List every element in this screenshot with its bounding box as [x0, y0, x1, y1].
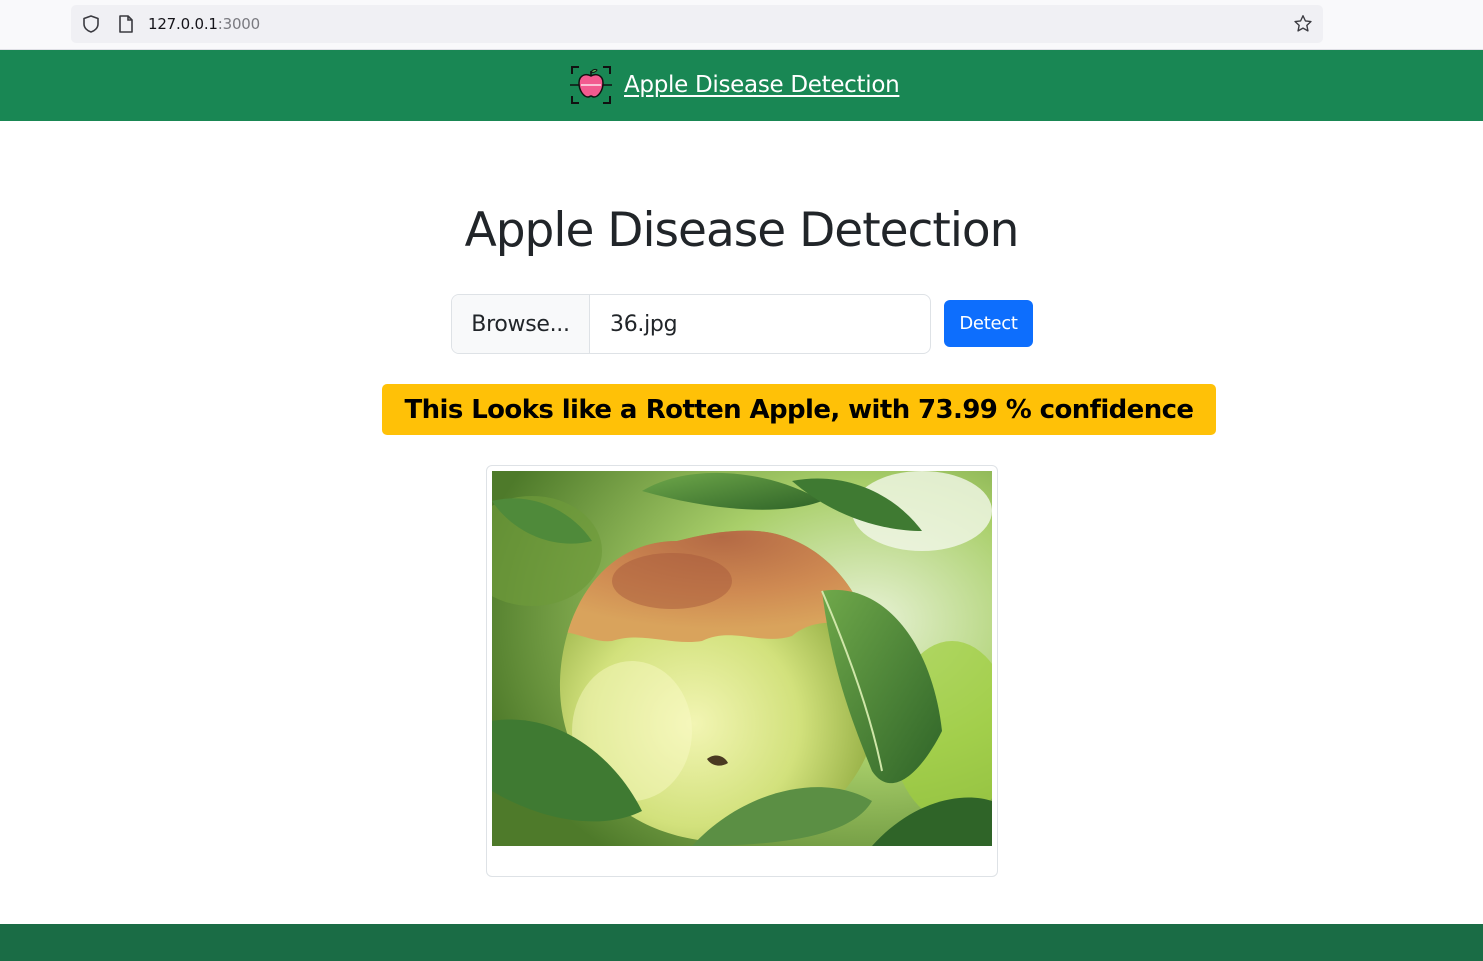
browser-toolbar: 127.0.0.1:3000 — [0, 0, 1483, 50]
footer — [0, 924, 1483, 961]
address-bar[interactable]: 127.0.0.1:3000 — [71, 5, 1323, 43]
navbar-brand-text: Apple Disease Detection — [624, 72, 900, 98]
rotten-apple-photo — [492, 471, 992, 846]
navbar-brand-link[interactable]: Apple Disease Detection — [570, 64, 900, 106]
star-icon[interactable] — [1292, 13, 1314, 35]
apple-scan-icon — [570, 66, 612, 104]
url-text[interactable]: 127.0.0.1:3000 — [148, 15, 260, 33]
browse-button[interactable]: Browse... — [452, 295, 590, 353]
url-host: 127.0.0.1 — [148, 15, 218, 33]
image-preview-card — [486, 465, 998, 877]
result-prefix: This Looks like a — [404, 394, 638, 425]
page-title: Apple Disease Detection — [464, 203, 1020, 258]
url-port: :3000 — [217, 15, 260, 33]
selected-file-name: 36.jpg — [610, 311, 678, 337]
shield-icon[interactable] — [81, 14, 101, 34]
file-input[interactable]: Browse... 36.jpg — [451, 294, 931, 354]
navbar: Apple Disease Detection — [0, 50, 1483, 121]
result-alert: This Looks like a Rotten Apple , with 73… — [382, 384, 1216, 435]
page-icon — [119, 15, 133, 33]
result-label: Rotten Apple — [645, 394, 831, 425]
result-suffix: , with 73.99 % confidence — [830, 394, 1194, 425]
detect-button[interactable]: Detect — [944, 300, 1033, 347]
